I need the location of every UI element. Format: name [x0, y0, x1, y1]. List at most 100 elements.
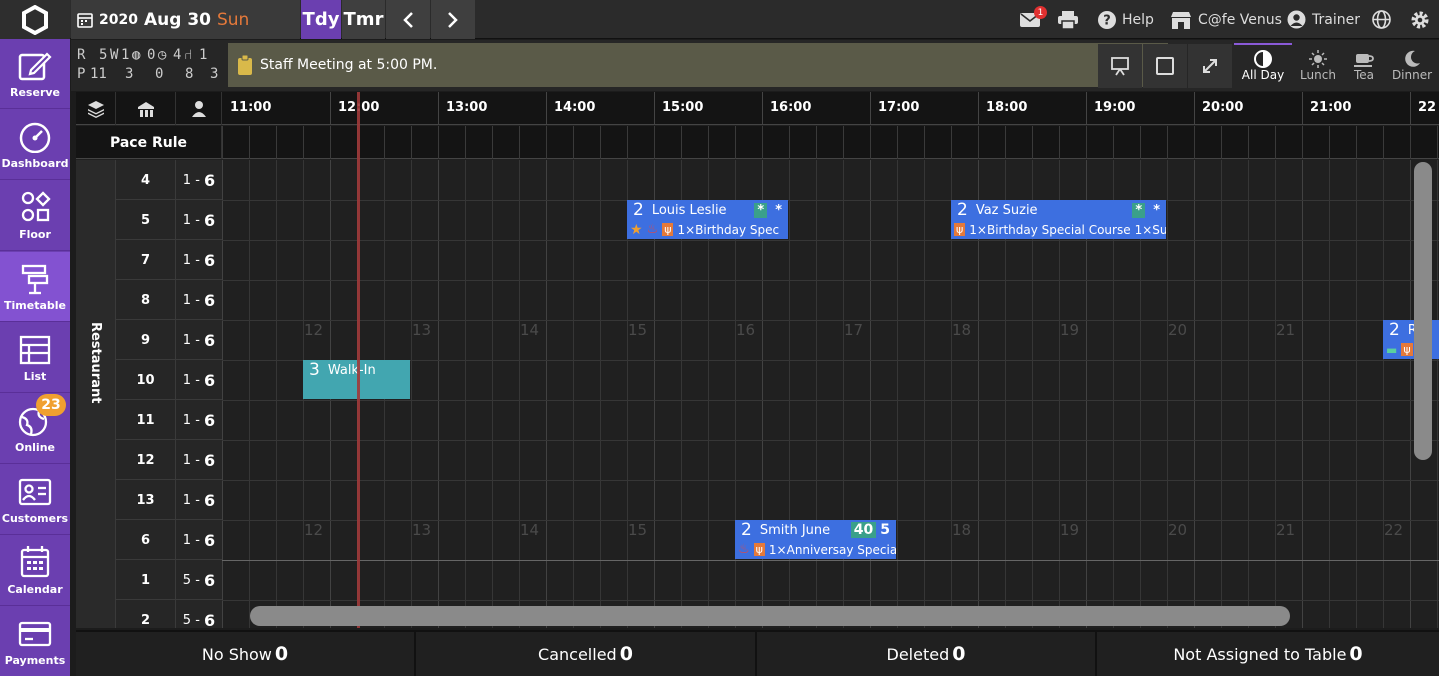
- hour-divider: [1410, 92, 1411, 125]
- table-row-4[interactable]: 4 1 - 6: [116, 160, 222, 200]
- table-row-11[interactable]: 11 1 - 6: [116, 400, 222, 440]
- print-button[interactable]: [1058, 0, 1078, 39]
- logo-icon: [22, 4, 48, 35]
- capacity-min: 1: [182, 372, 192, 388]
- help-icon: ?: [1098, 10, 1116, 29]
- help-button[interactable]: ? Help: [1098, 0, 1154, 39]
- presentation-button[interactable]: [1098, 44, 1142, 88]
- grid-vline: [1302, 160, 1303, 628]
- sidebar-item-customers[interactable]: Customers: [0, 465, 70, 535]
- expand-button[interactable]: [1188, 44, 1232, 88]
- user-menu[interactable]: Trainer: [1287, 0, 1360, 39]
- cup-icon: [1354, 54, 1374, 67]
- pace-tick: [276, 126, 277, 159]
- layers-button[interactable]: [76, 92, 116, 125]
- table-number: 12: [116, 440, 176, 480]
- table-row-7[interactable]: 7 1 - 6: [116, 240, 222, 280]
- no-show-summary[interactable]: No Show 0: [76, 632, 414, 676]
- date-picker[interactable]: 2020 Aug 30 Sun: [71, 0, 300, 39]
- pace-tick: [870, 126, 871, 159]
- vertical-scrollbar[interactable]: [1414, 162, 1432, 460]
- sidebar-item-payments[interactable]: Payments: [0, 607, 70, 676]
- sidebar-item-reserve[interactable]: Reserve: [0, 39, 70, 109]
- reservation-vaz-suzie[interactable]: 2 Vaz Suzie * * ψ 1×Birthday Special Cou…: [951, 200, 1166, 239]
- ghost-hour: 16: [736, 321, 756, 339]
- sort-by-area-button[interactable]: [117, 92, 176, 125]
- grid-vline: [1194, 160, 1195, 628]
- table-row-8[interactable]: 8 1 - 6: [116, 280, 222, 320]
- sidebar-item-timetable[interactable]: Timetable: [0, 252, 70, 322]
- grid-vline: [1437, 160, 1438, 628]
- grid-hline: [222, 320, 1439, 321]
- table-row-12[interactable]: 12 1 - 6: [116, 440, 222, 480]
- ghost-hour: 12: [304, 321, 324, 339]
- table-row-13[interactable]: 13 1 - 6: [116, 480, 222, 520]
- horizontal-scrollbar[interactable]: [250, 606, 1290, 626]
- pace-tick: [762, 126, 763, 159]
- pace-tick: [1194, 126, 1195, 159]
- language-button[interactable]: [1372, 0, 1391, 39]
- tag-count-2: 5: [880, 522, 890, 538]
- edit-icon: [18, 52, 52, 81]
- sidebar-item-list[interactable]: List: [0, 323, 70, 393]
- hour-label: 22: [1418, 100, 1437, 115]
- booking-area[interactable]: 12131415161718192021 1213141516171819202…: [222, 160, 1439, 628]
- utensils-icon: ψ: [662, 223, 674, 236]
- time-header: 11:0012:0013:0014:0015:0016:0017:0018:00…: [76, 92, 1439, 125]
- table-row-2[interactable]: 2 5 - 6: [116, 600, 222, 628]
- sidebar-item-floor[interactable]: Floor: [0, 181, 70, 251]
- mail-button[interactable]: 1: [1020, 0, 1047, 39]
- next-day-button[interactable]: [431, 0, 475, 39]
- fit-button[interactable]: [1143, 44, 1187, 88]
- table-row-10[interactable]: 10 1 - 6: [116, 360, 222, 400]
- meal-label: All Day: [1241, 68, 1285, 82]
- course-text: 1×Anniversay Specia: [768, 542, 896, 557]
- table-row-1[interactable]: 1 5 - 6: [116, 560, 222, 600]
- sidebar-item-dashboard[interactable]: Dashboard: [0, 110, 70, 180]
- summary-label: Cancelled: [538, 644, 617, 664]
- zone-restaurant[interactable]: Restaurant: [76, 160, 116, 628]
- deleted-summary[interactable]: Deleted 0: [757, 632, 1095, 676]
- pace-tick: [1005, 126, 1006, 159]
- sidebar-item-online[interactable]: 23 Online: [0, 394, 70, 464]
- grid-vline: [1221, 160, 1222, 628]
- notice-bar[interactable]: Staff Meeting at 5:00 PM.: [228, 43, 1168, 87]
- tomorrow-button[interactable]: Tmr: [342, 0, 385, 39]
- reservation-louis-leslie[interactable]: 2 Louis Leslie * * ★ ♨ ψ 1×Birthday Spec: [627, 200, 788, 239]
- meal-label: Dinner: [1391, 68, 1433, 82]
- pace-tick: [708, 126, 709, 159]
- grid-vline: [249, 160, 250, 628]
- table-row-5[interactable]: 5 1 - 6: [116, 200, 222, 240]
- grid-hline: [222, 440, 1439, 441]
- prev-day-button[interactable]: [386, 0, 430, 39]
- grid-vline: [438, 160, 439, 628]
- reservation-smith-june[interactable]: 2 Smith June 40 5 ♨ ψ 1×Anniversay Speci…: [735, 520, 896, 559]
- sort-by-capacity-button[interactable]: [177, 92, 222, 125]
- guest-name: Louis Leslie: [651, 202, 727, 218]
- sidebar-item-label: Online: [14, 441, 55, 454]
- unassigned-summary[interactable]: Not Assigned to Table 0: [1097, 632, 1439, 676]
- grid-vline: [465, 160, 466, 628]
- table-number: 13: [116, 480, 176, 520]
- date-day: Aug 30: [143, 9, 211, 30]
- meal-label: Lunch: [1300, 68, 1336, 82]
- course-text: 1×Birthday Spec: [677, 222, 780, 237]
- settings-button[interactable]: [1410, 0, 1430, 39]
- table-row-9[interactable]: 9 1 - 6: [116, 320, 222, 360]
- venue-selector[interactable]: C@fe Venus: [1170, 0, 1282, 39]
- meal-tea[interactable]: Tea: [1345, 44, 1383, 88]
- today-button[interactable]: Tdy: [301, 0, 341, 39]
- meal-all-day[interactable]: All Day: [1234, 43, 1292, 87]
- grid-vline: [1383, 160, 1384, 628]
- hour-label: 18:00: [986, 100, 1028, 115]
- pace-tick: [816, 126, 817, 159]
- table-row-6[interactable]: 61 - 6: [116, 520, 222, 560]
- grid-hline: [222, 240, 1439, 241]
- sidebar-item-calendar[interactable]: Calendar: [0, 536, 70, 606]
- grid-vline: [1248, 160, 1249, 628]
- meal-dinner[interactable]: Dinner: [1385, 44, 1439, 88]
- app-logo[interactable]: [0, 0, 70, 39]
- capacity-max: 6: [204, 210, 216, 230]
- meal-lunch[interactable]: Lunch: [1293, 44, 1343, 88]
- cancelled-summary[interactable]: Cancelled 0: [416, 632, 755, 676]
